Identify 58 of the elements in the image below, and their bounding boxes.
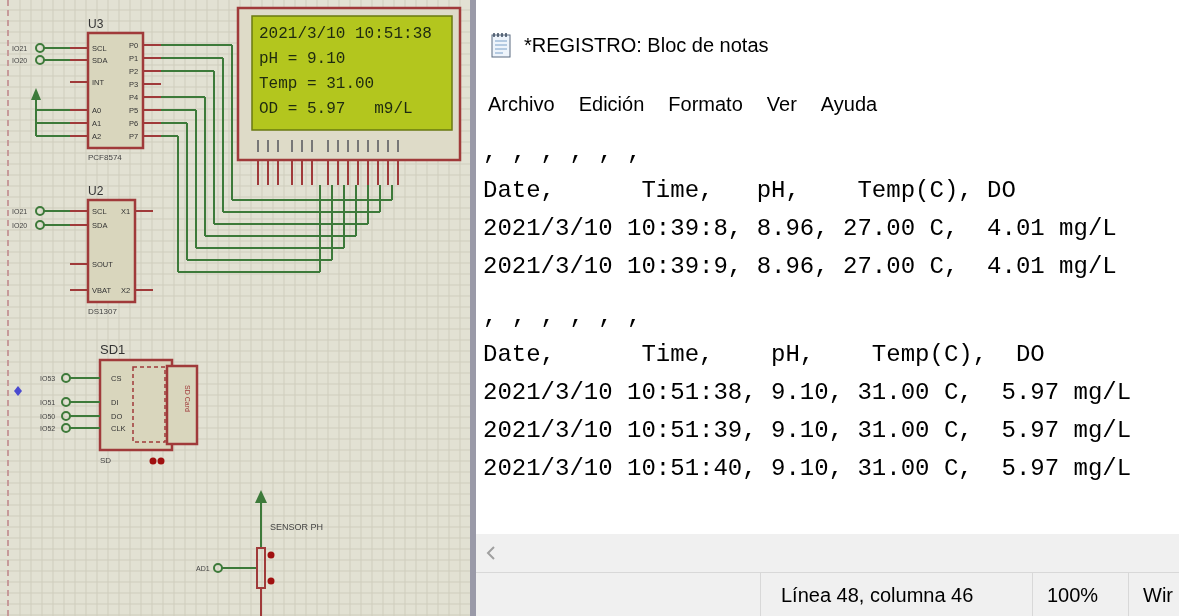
pin-line xyxy=(69,47,89,49)
part-name: PCF8574 xyxy=(88,153,122,162)
part-name: SD xyxy=(100,456,112,465)
pin-line xyxy=(142,44,162,46)
lcd-text: OD = 5.97 m9/L xyxy=(259,100,413,118)
terminal-icon xyxy=(213,563,223,573)
pin-line xyxy=(142,57,162,59)
led-dots-icon xyxy=(149,457,165,465)
pin-line xyxy=(69,289,89,291)
pin-line xyxy=(142,109,162,111)
menu-item[interactable]: Formato xyxy=(668,89,743,119)
pin-line xyxy=(69,109,89,111)
scroll-left-icon xyxy=(486,546,496,560)
text-line: 2021/3/10 10:51:40, 9.10, 31.00 C, 5.97 mg/L xyxy=(483,454,1133,484)
power-arrow-icon xyxy=(31,88,41,100)
pin-line xyxy=(134,289,154,291)
pin-line xyxy=(142,83,162,85)
pin-line xyxy=(142,135,162,137)
cursor-position: Línea 48, columna 46 xyxy=(781,582,974,608)
text-line: 2021/3/10 10:39:8, 8.96, 27.00 C, 4.01 mg/L xyxy=(483,214,1118,244)
text-line: 2021/3/10 10:51:39, 9.10, 31.00 C, 5.97 mg/L xyxy=(483,416,1133,446)
pin-line xyxy=(142,96,162,98)
zoom-level: 100% xyxy=(1047,582,1099,608)
pin-line xyxy=(142,122,162,124)
text-line: Date, Time, pH, Temp(C), DO xyxy=(483,340,1046,370)
pin-line xyxy=(134,210,154,212)
line-ending: Wir xyxy=(1143,582,1173,608)
power-arrow-icon xyxy=(255,490,267,549)
text-line: 2021/3/10 10:51:38, 9.10, 31.00 C, 5.97 mg/L xyxy=(483,378,1133,408)
window-title: *REGISTRO: Bloc de notas xyxy=(524,33,769,58)
text-line: 2021/3/10 10:39:9, 8.96, 27.00 C, 4.01 mg/L xyxy=(483,252,1118,282)
menu-item[interactable]: Ayuda xyxy=(820,89,878,119)
terminal-icon xyxy=(61,373,71,383)
pin-line xyxy=(142,70,162,72)
pin-line xyxy=(69,263,89,265)
sensor-label: SENSOR PH xyxy=(270,522,323,532)
pin-line xyxy=(69,210,89,212)
pin-line xyxy=(69,59,89,61)
text-line: , , , , , , xyxy=(483,302,643,332)
potentiometer-drawing xyxy=(256,547,275,616)
component-reference: U3 xyxy=(88,17,104,31)
menu-item[interactable]: Ver xyxy=(766,89,797,119)
pin-line xyxy=(69,81,89,83)
pin-line xyxy=(69,135,89,137)
notepad-icon xyxy=(490,32,512,58)
component-reference: U2 xyxy=(88,184,104,198)
menu-item[interactable]: Archivo xyxy=(488,89,555,119)
menu-item[interactable]: Edición xyxy=(578,89,645,119)
component-reference: SD1 xyxy=(100,342,126,357)
pin-line xyxy=(69,122,89,124)
text-line: Date, Time, pH, Temp(C), DO xyxy=(483,176,1017,206)
lcd-text: Temp = 31.00 xyxy=(259,75,375,93)
pin-line xyxy=(69,224,89,226)
lcd-text: 2021/3/10 10:51:38 xyxy=(259,25,432,43)
lcd-text: pH = 9.10 xyxy=(259,50,346,68)
marker-icon xyxy=(14,386,22,396)
part-name: DS1307 xyxy=(88,307,117,316)
text-line: , , , , , , xyxy=(483,138,643,168)
